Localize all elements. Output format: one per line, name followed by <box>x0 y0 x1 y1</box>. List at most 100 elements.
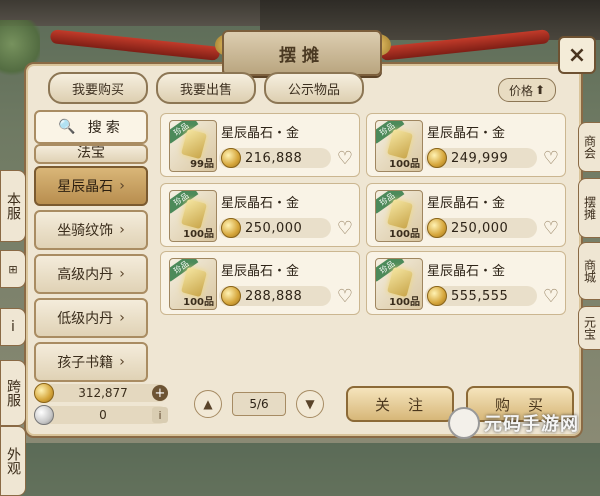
page-up-button[interactable]: ▲ <box>194 390 222 418</box>
chevron-right-icon: › <box>119 354 125 370</box>
crystal-item-icon: 珍品 100品 <box>169 258 217 310</box>
tab-buy[interactable]: 我要购买 <box>48 72 148 104</box>
listing-card[interactable]: 珍品 99品 星辰晶石・金 216,888 ♡ <box>160 113 360 177</box>
price-value: 250,000 <box>451 220 509 236</box>
chevron-right-icon: › <box>119 266 125 282</box>
crystal-item-icon: 珍品 100品 <box>375 120 423 172</box>
price-tag: 216,888 <box>219 148 331 168</box>
category-item-child-books[interactable]: 孩子书籍 › <box>34 342 148 382</box>
watermark-logo-icon <box>448 407 480 439</box>
price-value: 288,888 <box>245 288 303 304</box>
nav-ingot[interactable]: 元宝 <box>578 306 600 350</box>
price-tag: 555,555 <box>425 286 537 306</box>
chevron-right-icon: › <box>119 222 125 238</box>
favorite-heart-icon[interactable]: ♡ <box>337 220 353 238</box>
silver-amount: 0 <box>99 408 107 422</box>
nav-this-server[interactable]: 本服 <box>0 170 26 242</box>
category-item-mount-pattern[interactable]: 坐骑纹饰 › <box>34 210 148 250</box>
nav-stall[interactable]: 摆摊 <box>578 178 600 238</box>
item-name: 星辰晶石・金 <box>221 126 300 141</box>
category-label: 高级内丹 <box>57 267 114 283</box>
search-label: 搜索 <box>87 120 124 136</box>
listing-card[interactable]: 珍品 100品 星辰晶石・金 288,888 ♡ <box>160 251 360 315</box>
gold-coin-icon <box>221 218 241 238</box>
category-item-partial[interactable]: 法宝 <box>34 144 148 164</box>
favorite-heart-icon[interactable]: ♡ <box>337 150 353 168</box>
favorite-heart-icon[interactable]: ♡ <box>337 288 353 306</box>
price-tag: 250,000 <box>219 218 331 238</box>
nav-appearance[interactable]: 外观 <box>0 426 26 496</box>
server-nav: 珍 本服 ⊞ i 跨服 外观 <box>0 108 26 496</box>
nav-cross-server[interactable]: 跨服 <box>0 360 26 426</box>
item-name: 星辰晶石・金 <box>221 196 300 211</box>
category-list: 🔍 搜索 法宝 星辰晶石 › 坐骑纹饰 › 高级内丹 › 低级内丹 › 孩子书籍… <box>34 110 148 385</box>
price-value: 249,999 <box>451 150 509 166</box>
crystal-item-icon: 珍品 100品 <box>375 190 423 242</box>
gold-coin-icon <box>427 286 447 306</box>
mode-tabs: 我要购买 我要出售 公示物品 <box>48 72 364 104</box>
sort-label: 价格 <box>508 83 533 98</box>
favorite-heart-icon[interactable]: ♡ <box>543 288 559 306</box>
nav-guild-shop[interactable]: 商会 <box>578 122 600 172</box>
listing-card[interactable]: 珍品 100品 星辰晶石・金 250,000 ♡ <box>366 183 566 247</box>
sort-by-price-button[interactable]: 价格 ⬆ <box>498 78 556 102</box>
silver-balance: 0 i <box>34 405 168 425</box>
item-quality: 100品 <box>389 159 420 170</box>
item-quality: 100品 <box>389 297 420 308</box>
listing-card[interactable]: 珍品 100品 星辰晶石・金 250,000 ♡ <box>160 183 360 247</box>
grid-icon[interactable]: ⊞ <box>0 250 26 288</box>
gold-balance: 312,877 + <box>34 383 168 403</box>
window-title: 摆摊 <box>222 30 382 76</box>
listing-card[interactable]: 珍品 100品 星辰晶石・金 555,555 ♡ <box>366 251 566 315</box>
window-title-text: 摆摊 <box>279 45 325 66</box>
item-name: 星辰晶石・金 <box>221 264 300 279</box>
sort-arrow-icon: ⬆ <box>534 83 546 97</box>
crystal-item-icon: 珍品 100品 <box>375 258 423 310</box>
category-label: 坐骑纹饰 <box>57 223 114 239</box>
info-icon[interactable]: i <box>152 407 168 423</box>
listing-card[interactable]: 珍品 100品 星辰晶石・金 249,999 ♡ <box>366 113 566 177</box>
listing-grid: 珍品 99品 星辰晶石・金 216,888 ♡ 珍品 100品 星辰晶石・金 2… <box>160 113 572 385</box>
search-button[interactable]: 🔍 搜索 <box>34 110 148 144</box>
category-label: 法宝 <box>77 145 105 161</box>
item-name: 星辰晶石・金 <box>427 126 506 141</box>
pagination: ▲ 5/6 ▼ <box>194 390 324 418</box>
red-ribbon-right <box>379 29 551 61</box>
category-item-low-core[interactable]: 低级内丹 › <box>34 298 148 338</box>
favorite-heart-icon[interactable]: ♡ <box>543 150 559 168</box>
close-button[interactable]: × <box>558 36 596 74</box>
gold-coin-icon <box>221 286 241 306</box>
page-down-button[interactable]: ▼ <box>296 390 324 418</box>
red-ribbon-left <box>49 29 221 61</box>
category-item-high-core[interactable]: 高级内丹 › <box>34 254 148 294</box>
price-value: 216,888 <box>245 150 303 166</box>
site-watermark: 元码手游网 <box>448 406 598 440</box>
gold-amount: 312,877 <box>78 386 128 400</box>
category-label: 孩子书籍 <box>57 355 114 371</box>
gold-coin-icon <box>34 383 54 403</box>
chevron-right-icon: › <box>119 178 125 194</box>
category-item-star-crystal[interactable]: 星辰晶石 › <box>34 166 148 206</box>
tab-sell[interactable]: 我要出售 <box>156 72 256 104</box>
item-quality: 100品 <box>389 229 420 240</box>
tab-public[interactable]: 公示物品 <box>264 72 364 104</box>
item-quality: 100品 <box>183 229 214 240</box>
add-gold-icon[interactable]: + <box>152 385 168 401</box>
category-label: 低级内丹 <box>57 311 114 327</box>
wallet: 312,877 + 0 i <box>34 383 170 425</box>
price-value: 250,000 <box>245 220 303 236</box>
item-name: 星辰晶石・金 <box>427 196 506 211</box>
info-icon[interactable]: i <box>0 308 26 346</box>
item-name: 星辰晶石・金 <box>427 264 506 279</box>
gold-coin-icon <box>427 148 447 168</box>
page-indicator: 5/6 <box>232 392 286 416</box>
price-value: 555,555 <box>451 288 509 304</box>
favorite-heart-icon[interactable]: ♡ <box>543 220 559 238</box>
crystal-item-icon: 珍品 99品 <box>169 120 217 172</box>
close-icon: × <box>567 42 587 68</box>
nav-mall[interactable]: 商城 <box>578 242 600 300</box>
gold-coin-icon <box>427 218 447 238</box>
price-tag: 288,888 <box>219 286 331 306</box>
follow-button[interactable]: 关注 <box>346 386 454 422</box>
right-nav: 商会 摆摊 商城 元宝 <box>578 110 600 410</box>
